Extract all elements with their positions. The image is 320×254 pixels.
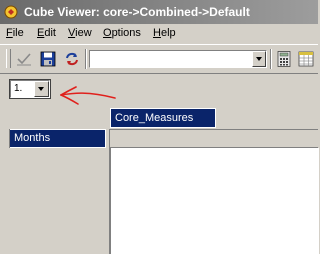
title-dimension-selector[interactable]: 1. (9, 79, 51, 99)
view-selector[interactable] (89, 50, 267, 68)
check-icon (17, 53, 31, 66)
column-header-strip (109, 129, 318, 148)
row-headers-area (9, 148, 110, 254)
annotation-arrow-icon (60, 86, 116, 105)
toolbar (0, 44, 318, 74)
chevron-down-icon[interactable] (252, 51, 266, 67)
cube-icon (4, 5, 18, 19)
menu-bar: File Edit View Options Help (0, 24, 318, 43)
window-title: Cube Viewer: core->Combined->Default (24, 5, 250, 19)
check-button[interactable] (14, 49, 34, 69)
title-dimension-value: 1. (14, 83, 23, 94)
menu-help[interactable]: Help (153, 27, 176, 39)
menu-edit[interactable]: Edit (37, 27, 56, 39)
recalculate-button[interactable] (62, 49, 82, 69)
row-dimension-label: Months (14, 132, 51, 144)
spreadsheet-button[interactable] (296, 49, 316, 69)
column-dimension-header[interactable]: Core_Measures (110, 108, 216, 128)
save-button[interactable] (38, 49, 58, 69)
cube-grid: Core_Measures Months (9, 108, 319, 254)
toolbar-separator (85, 49, 87, 69)
save-icon (40, 51, 56, 67)
toolbar-grip[interactable] (6, 49, 11, 68)
title-bar[interactable]: Cube Viewer: core->Combined->Default (0, 0, 318, 24)
menu-view[interactable]: View (68, 27, 92, 39)
row-dimension-header[interactable]: Months (9, 129, 106, 148)
menu-options[interactable]: Options (103, 27, 141, 39)
recalculate-icon (66, 52, 78, 66)
data-cells-area[interactable] (110, 148, 319, 254)
calculator-icon (277, 51, 291, 67)
menu-file[interactable]: File (6, 27, 24, 39)
spreadsheet-icon (298, 51, 314, 67)
chevron-down-icon[interactable] (34, 81, 49, 97)
calculator-button[interactable] (274, 49, 294, 69)
toolbar-separator (270, 49, 272, 69)
column-dimension-label: Core_Measures (115, 112, 194, 124)
